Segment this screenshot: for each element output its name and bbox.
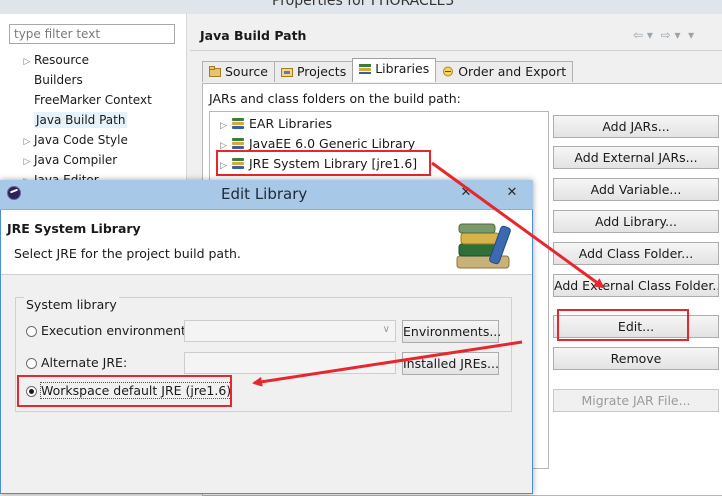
arrow-to-edit-button (431, 161, 605, 289)
annotation-arrows (252, 161, 605, 387)
arrow-to-workspace-jre (252, 340, 523, 387)
